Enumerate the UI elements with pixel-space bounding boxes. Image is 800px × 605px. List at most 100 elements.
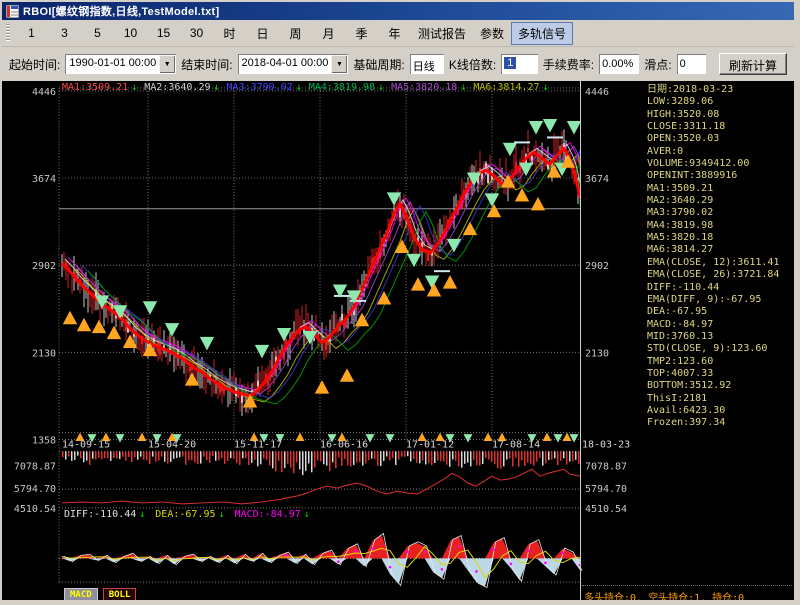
down-arrow-icon: ↓ [543, 82, 549, 93]
right-axis-label: 3674 [585, 174, 609, 185]
kline-mult-input[interactable]: 1 [501, 54, 538, 74]
period-toolbar: 135101530时日周月季年测试报告参数多轨信号 [2, 20, 794, 47]
slippage-label: 滑点: [644, 56, 671, 73]
down-arrow-icon: ↓ [219, 509, 225, 520]
quote-info-panel: 日期:2018-03-23LOW:3289.06HIGH:3520.08CLOS… [647, 84, 779, 430]
titlebar[interactable]: RBOI[螺纹钢指数,日线,TestModel.txt] [2, 2, 794, 20]
info-line: BOTTOM:3512.92 [647, 380, 779, 392]
indicator-tabs: MACD BOLL [64, 588, 136, 600]
base-period-input[interactable]: 日线 [410, 54, 444, 74]
info-line: DIFF:-110.44 [647, 282, 779, 294]
menu-button-多轨信号[interactable]: 多轨信号 [511, 22, 573, 45]
period-button-1[interactable]: 1 [15, 23, 48, 43]
info-line: EMA(CLOSE, 26):3721.84 [647, 269, 779, 281]
down-arrow-icon: ↓ [460, 82, 466, 93]
fee-input[interactable]: 0.00% [599, 54, 639, 74]
ma-value: MA3:3790.02↓ [227, 82, 302, 93]
chart-area: 4446 3674 2902 2130 1358 7078.87 5794.70 4510.5… [2, 81, 794, 600]
dropdown-arrow-icon[interactable]: ▼ [159, 55, 175, 73]
right-axis-label: 2902 [585, 261, 609, 272]
end-time-combo[interactable]: 2018-04-01 00:00 ▼ [238, 54, 349, 74]
indicator-tab-MACD[interactable]: MACD [64, 588, 98, 600]
down-arrow-icon: ↓ [378, 82, 384, 93]
ma-value: MA6:3814.27 ↓ [473, 82, 548, 93]
info-line: EMA(CLOSE, 12):3611.41 [647, 257, 779, 269]
period-button-10[interactable]: 10 [114, 23, 147, 43]
x-axis-label: 17-08-14 [492, 440, 540, 451]
info-line: CLOSE:3311.18 [647, 121, 779, 133]
down-arrow-icon: ↓ [139, 509, 145, 520]
macd-values-overlay: DIFF:-110.44↓DEA:-67.95↓MACD:-84.97↓ [64, 509, 310, 520]
menu-button-参数[interactable]: 参数 [473, 22, 511, 45]
x-axis-label: 18-03-23 [582, 440, 630, 451]
y-axis-label: 1358 [32, 436, 56, 447]
x-axis-label: 15-11-17 [234, 440, 282, 451]
window-title: RBOI[螺纹钢指数,日线,TestModel.txt] [23, 3, 219, 19]
period-button-季[interactable]: 季 [345, 22, 378, 45]
info-line: ThisI:2181 [647, 393, 779, 405]
ma-value: MA4:3819.98↓ [309, 82, 384, 93]
right-axis-label: 5794.70 [585, 484, 627, 495]
right-axis-label: 7078.87 [585, 461, 627, 472]
ma-value: MA1:3509.21↓ [62, 82, 137, 93]
period-button-月[interactable]: 月 [312, 22, 345, 45]
ma-values-overlay: MA1:3509.21↓MA2:3640.29↓MA3:3790.02↓MA4:… [62, 82, 549, 93]
slippage-input[interactable]: 0 [677, 54, 706, 74]
indicator-tab-BOLL[interactable]: BOLL [103, 588, 137, 600]
macd-value-label: MACD:-84.97 [235, 509, 301, 520]
period-button-15[interactable]: 15 [147, 23, 180, 43]
x-axis-label: 15-04-20 [148, 440, 196, 451]
ma-value: MA5:3820.18↓ [391, 82, 466, 93]
down-arrow-icon: ↓ [131, 82, 137, 93]
info-line: LOW:3289.06 [647, 96, 779, 108]
info-line: MA1:3509.21 [647, 183, 779, 195]
macd-value-label: DEA:-67.95 [155, 509, 215, 520]
start-time-value: 1990-01-01 00:00 [65, 54, 158, 74]
period-button-时[interactable]: 时 [213, 22, 246, 45]
position-status: 多头持仓:0, 空头持仓:1, 持仓:0 [584, 589, 744, 600]
info-line: MA6:3814.27 [647, 244, 779, 256]
dropdown-arrow-icon[interactable]: ▼ [331, 55, 347, 73]
app-icon [6, 5, 19, 18]
down-arrow-icon: ↓ [304, 509, 310, 520]
info-line: 日期:2018-03-23 [647, 84, 779, 96]
y-axis-label: 4446 [32, 87, 56, 98]
period-button-30[interactable]: 30 [180, 23, 213, 43]
info-line: OPENINT:3889916 [647, 170, 779, 182]
period-button-周[interactable]: 周 [279, 22, 312, 45]
info-line: DEA:-67.95 [647, 306, 779, 318]
down-arrow-icon: ↓ [296, 82, 302, 93]
end-time-value: 2018-04-01 00:00 [238, 54, 331, 74]
ma-value-label: MA1:3509.21 [62, 82, 128, 93]
volume-axis-label: 7078.87 [14, 461, 56, 472]
y-axis-label: 2130 [32, 348, 56, 359]
menu-button-测试报告[interactable]: 测试报告 [411, 22, 473, 45]
info-line: MA2:3640.29 [647, 195, 779, 207]
info-line: MA3:3790.02 [647, 207, 779, 219]
ma-value-label: MA6:3814.27 [473, 82, 539, 93]
fee-label: 手续费率: [543, 56, 594, 73]
info-line: OPEN:3520.03 [647, 133, 779, 145]
end-time-label: 结束时间: [181, 56, 232, 73]
kline-mult-value: 1 [504, 57, 516, 69]
info-line: TOP:4007.33 [647, 368, 779, 380]
ma-value: MA2:3640.29↓ [144, 82, 219, 93]
period-button-日[interactable]: 日 [246, 22, 279, 45]
info-line: TMP2:123.60 [647, 356, 779, 368]
refresh-button[interactable]: 刷新计算 [719, 53, 787, 75]
ma-value-label: MA2:3640.29 [144, 82, 210, 93]
ma-value-label: MA5:3820.18 [391, 82, 457, 93]
y-axis-label: 3674 [32, 174, 56, 185]
y-axis-label: 2902 [32, 261, 56, 272]
right-axis-label: 4510.54 [585, 504, 627, 515]
buy-signal-triangles [63, 154, 575, 407]
volume-axis-label: 4510.54 [14, 504, 56, 515]
macd-value: DEA:-67.95 ↓ [155, 509, 224, 520]
period-button-年[interactable]: 年 [378, 22, 411, 45]
start-time-combo[interactable]: 1990-01-01 00:00 ▼ [65, 54, 176, 74]
toolbar-gripper[interactable] [6, 24, 10, 42]
period-button-5[interactable]: 5 [81, 23, 114, 43]
x-axis-label: 17-01-12 [406, 440, 454, 451]
x-axis-label: 16-06-16 [320, 440, 368, 451]
period-button-3[interactable]: 3 [48, 23, 81, 43]
